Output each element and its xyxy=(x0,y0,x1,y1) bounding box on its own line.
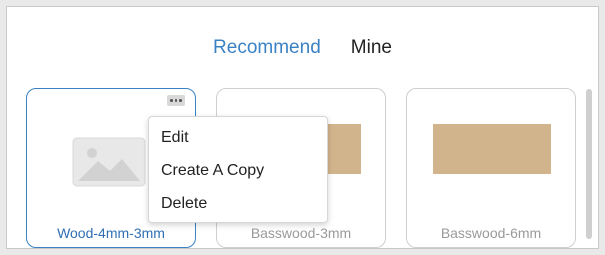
menu-item-edit[interactable]: Edit xyxy=(149,121,327,154)
scrollbar[interactable] xyxy=(586,89,592,239)
placeholder-image-icon xyxy=(72,137,146,187)
tab-recommend[interactable]: Recommend xyxy=(213,37,321,59)
menu-item-create-copy[interactable]: Create A Copy xyxy=(149,154,327,187)
menu-item-delete[interactable]: Delete xyxy=(149,187,327,220)
material-name: Basswood-6mm xyxy=(440,225,542,241)
tab-bar: Recommend Mine xyxy=(7,35,598,61)
context-menu: Edit Create A Copy Delete xyxy=(148,116,328,223)
material-panel: Recommend Mine Wood-4mm-3mm Basswood-3mm… xyxy=(6,6,599,249)
material-name: Wood-4mm-3mm xyxy=(57,225,165,241)
material-card-basswood-6mm[interactable]: Basswood-6mm xyxy=(406,88,576,248)
wood-swatch xyxy=(433,124,551,174)
more-options-icon[interactable] xyxy=(167,95,185,106)
material-name: Basswood-3mm xyxy=(250,225,352,241)
tab-mine[interactable]: Mine xyxy=(351,37,392,59)
